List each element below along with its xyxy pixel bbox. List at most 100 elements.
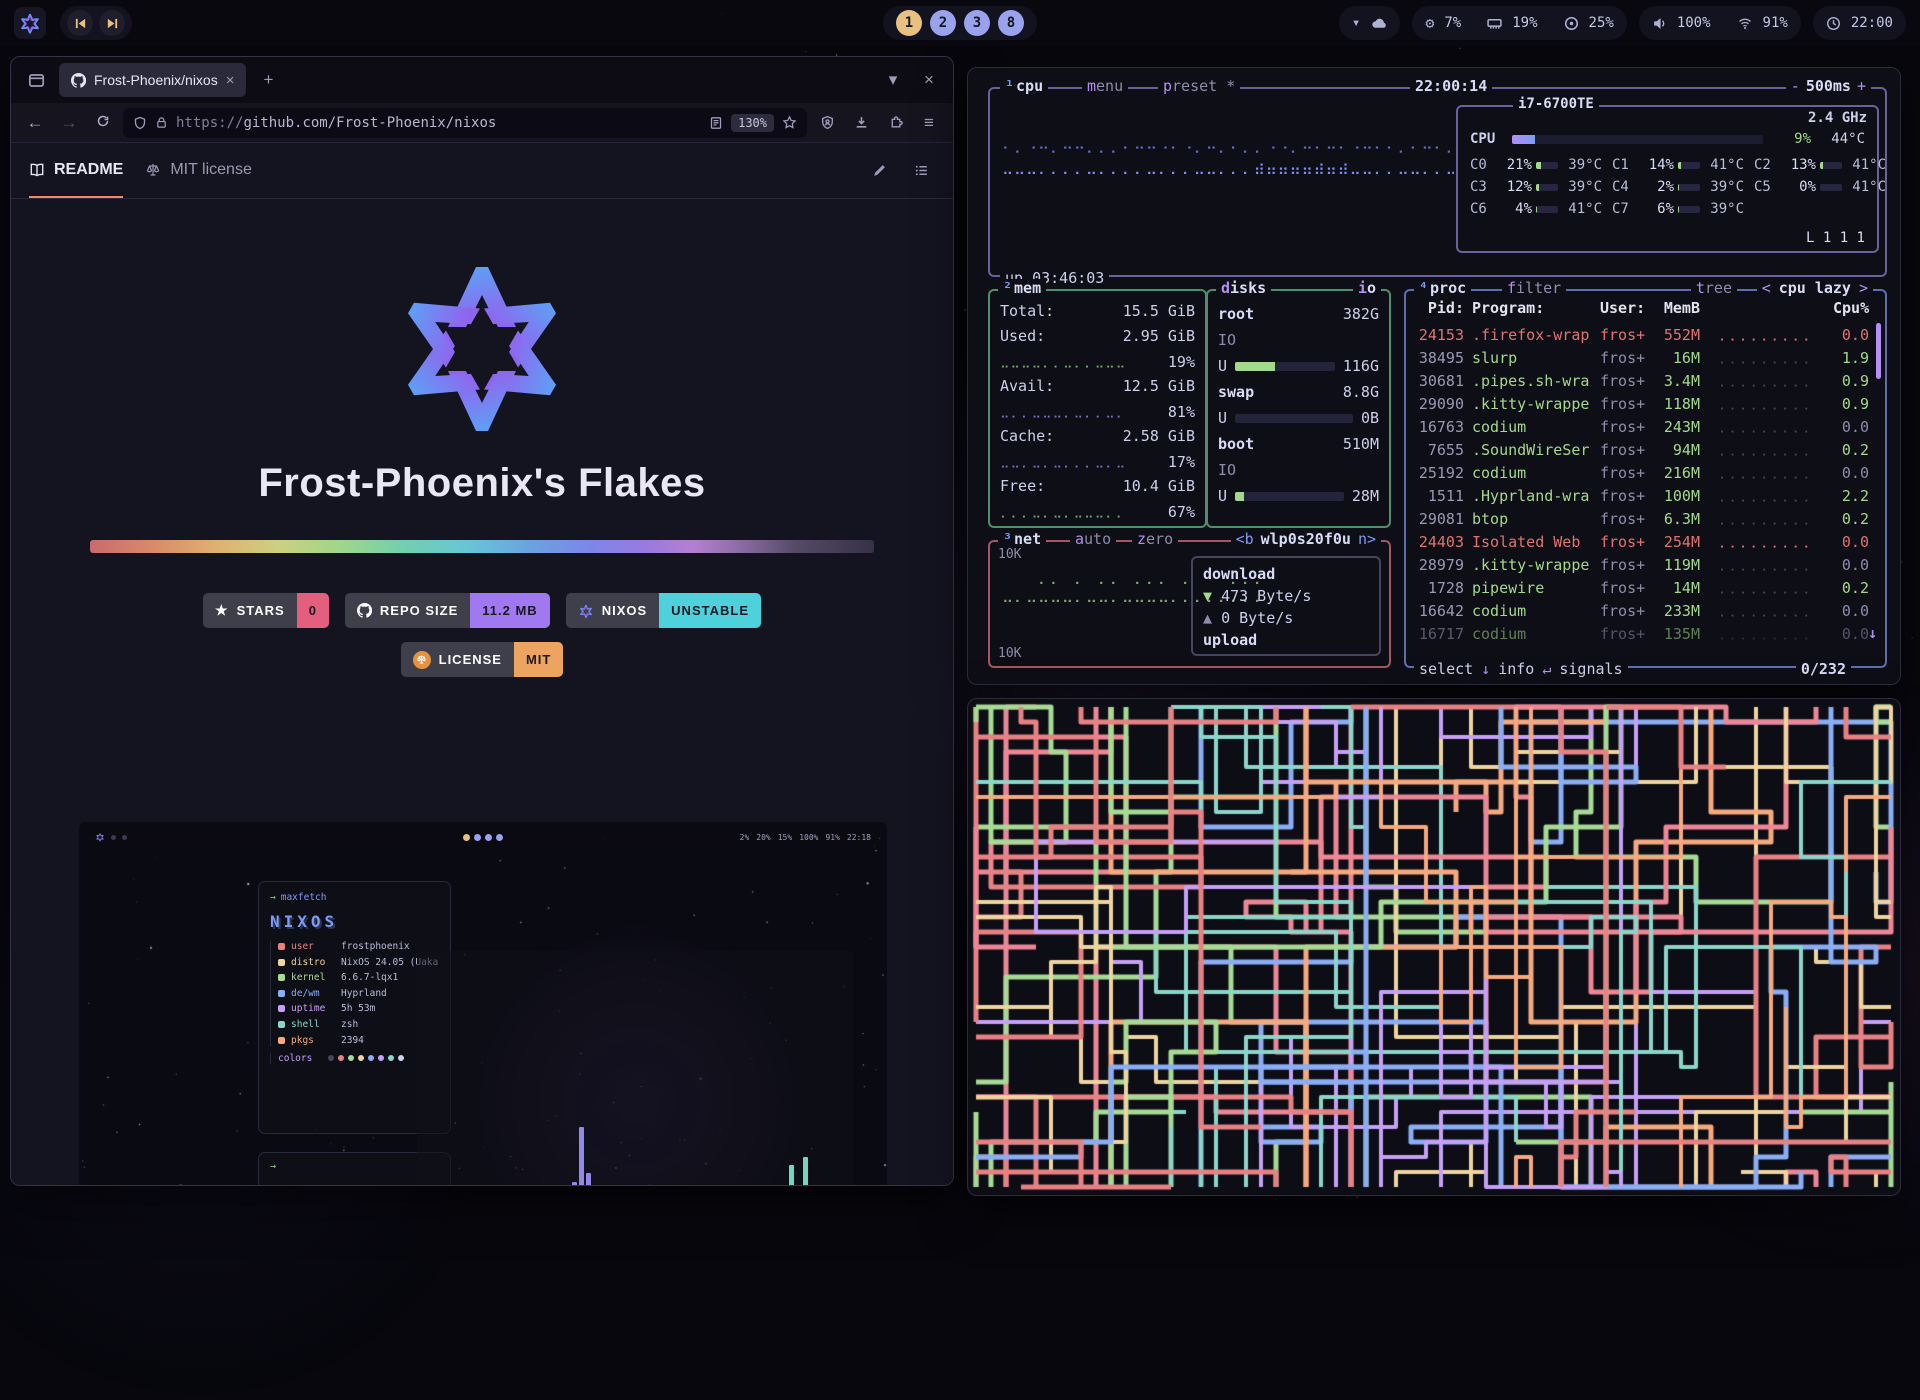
mem-stat-graph: ⣀⣀⡀⣀⡀⣀⡀⡀⡀⣀⡀⣀17% [1000, 449, 1195, 474]
mem-stat: Used:2.95 GiB [1000, 324, 1195, 349]
core-bar [1820, 162, 1842, 169]
color-swatch [378, 1055, 384, 1061]
proc-footer-keys: select↓info↵signals [1414, 660, 1628, 678]
workspace-button-8[interactable]: 8 [998, 10, 1024, 36]
process-row[interactable]: 30681.pipes.sh-wrafros+3.4M⡀⡀⡀⡀⡀⡀⡀⡀⡀0.9 [1416, 369, 1869, 392]
fetch-row-value: 2394 [341, 1035, 364, 1046]
net-panel-title[interactable]: ³net [998, 530, 1046, 548]
nixos-ascii-art: NIXOS [270, 912, 439, 931]
footer-key-select[interactable]: select [1419, 660, 1473, 678]
process-row[interactable]: 24403Isolated Webfros+254M⡀⡀⡀⡀⡀⡀⡀⡀⡀0.0 [1416, 530, 1869, 553]
disks-panel-title[interactable]: disks [1216, 279, 1271, 297]
process-row[interactable]: 16717codiumfros+135M⡀⡀⡀⡀⡀⡀⡀⡀⡀0.0 [1416, 622, 1869, 645]
fetch-row-value: Hyprland [341, 988, 387, 999]
list-tabs-button[interactable]: ▾ [879, 66, 907, 94]
media-next-button[interactable] [99, 10, 125, 36]
fetch-row-user: userfrostphoenix [278, 941, 439, 952]
proc-tree-toggle[interactable]: tree [1691, 279, 1737, 297]
process-row[interactable]: 16763codiumfros+243M⡀⡀⡀⡀⡀⡀⡀⡀⡀0.0 [1416, 415, 1869, 438]
proc-scrollbar[interactable] [1876, 323, 1881, 379]
process-row[interactable]: 16642codiumfros+233M⡀⡀⡀⡀⡀⡀⡀⡀⡀0.0 [1416, 599, 1869, 622]
color-swatch [348, 1055, 354, 1061]
back-button[interactable]: ← [21, 113, 49, 133]
net-interface-switcher[interactable]: <bwlp0s20f0un> [1231, 530, 1381, 548]
browser-tab-active[interactable]: Frost-Phoenix/nixos × [59, 63, 246, 97]
proc-panel-title[interactable]: ⁴proc [1414, 279, 1471, 297]
disk-used-row: U28M [1218, 483, 1379, 509]
proc-sort-selector[interactable]: <cpu lazy> [1757, 279, 1873, 297]
fetch-row-kernel: kernel6.6.7-lqx1 [278, 972, 439, 983]
tab-readme[interactable]: README [29, 143, 123, 198]
tab-close-icon[interactable]: × [226, 72, 235, 89]
reader-mode-icon[interactable] [709, 116, 723, 130]
readme-screenshot-image[interactable]: 2%20%15%100%91%22:18 →maxfetch NIXOS use… [79, 822, 887, 1185]
process-row[interactable]: 25192codiumfros+216M⡀⡀⡀⡀⡀⡀⡀⡀⡀0.0 [1416, 461, 1869, 484]
footer-key-signals[interactable]: signals [1559, 660, 1622, 678]
tab-mit-license[interactable]: MIT license [145, 143, 252, 198]
account-button[interactable] [813, 109, 841, 137]
window-close-button[interactable]: × [915, 66, 943, 94]
preset-button[interactable]: preset * [1158, 77, 1240, 95]
fetch-row-icon [278, 1037, 285, 1044]
proc-filter-button[interactable]: filter [1502, 279, 1566, 297]
reload-icon [96, 114, 110, 128]
net-zero-toggle[interactable]: zero [1132, 530, 1178, 548]
process-row[interactable]: 29090.kitty-wrappefros+118M⡀⡀⡀⡀⡀⡀⡀⡀⡀0.9 [1416, 392, 1869, 415]
process-row[interactable]: 28979.kitty-wrappefros+119M⡀⡀⡀⡀⡀⡀⡀⡀⡀0.0 [1416, 553, 1869, 576]
workspace-button-2[interactable]: 2 [930, 10, 956, 36]
badge-stars[interactable]: ★STARS0 [203, 593, 329, 628]
readme-tab-label: README [54, 161, 123, 179]
process-row[interactable]: 1511.Hyprland-wrafros+100M⡀⡀⡀⡀⡀⡀⡀⡀⡀2.2 [1416, 484, 1869, 507]
badge-value: 0 [297, 593, 329, 628]
reload-button[interactable] [89, 113, 117, 133]
new-tab-button[interactable]: + [254, 66, 282, 94]
core-bar [1820, 184, 1842, 191]
nixos-menu-button[interactable] [14, 7, 46, 39]
tab-title: Frost-Phoenix/nixos [94, 72, 218, 88]
license-tab-label: MIT license [170, 161, 252, 179]
zoom-level-badge[interactable]: 130% [731, 114, 774, 132]
weather-widget[interactable]: ▾ [1339, 6, 1400, 40]
workspace-button-3[interactable]: 3 [964, 10, 990, 36]
downloads-button[interactable] [847, 109, 875, 137]
cpu-total-bar [1512, 135, 1763, 144]
net-auto-toggle[interactable]: auto [1070, 530, 1116, 548]
btop-terminal-window: ¹cpu menu preset * 22:00:14 -500ms+ ⠂⠄⠐⠒… [967, 67, 1901, 685]
badge-repo-size[interactable]: REPO SIZE11.2 MB [345, 593, 550, 628]
forward-button[interactable]: → [55, 113, 83, 133]
cpu-panel-title[interactable]: ¹cpu [1000, 77, 1048, 95]
badge-license[interactable]: LICENSEMIT [401, 642, 564, 677]
mem-stat-graph: ⣀⣀⣀⣀⡀⡀⣀⡀⡀⣀⣀⣀19% [1000, 349, 1195, 374]
process-row[interactable]: 1728pipewirefros+14M⡀⡀⡀⡀⡀⡀⡀⡀⡀0.2 [1416, 576, 1869, 599]
load-average: L 1 1 1 [1806, 230, 1865, 246]
fetch-row-distro: distroNixOS 24.05 (Uakari) [278, 957, 439, 968]
firefox-view-button[interactable] [21, 65, 51, 95]
outline-button[interactable] [907, 157, 935, 185]
btop-disks-panel: disks io root382GIOU116Gswap8.8GU0Bboot5… [1206, 289, 1391, 528]
menu-button[interactable]: menu [1082, 77, 1128, 95]
visualizer-bar [579, 1127, 584, 1185]
extensions-button[interactable] [881, 109, 909, 137]
process-row[interactable]: 29081btopfros+6.3M⡀⡀⡀⡀⡀⡀⡀⡀⡀0.2 [1416, 507, 1869, 530]
badge-nixos[interactable]: NIXOSUNSTABLE [566, 593, 761, 628]
footer-key-info[interactable]: info [1498, 660, 1534, 678]
bookmark-star-icon[interactable] [782, 115, 797, 130]
disk-used-bar [1235, 414, 1353, 423]
menu-button[interactable]: ≡ [915, 109, 943, 137]
process-row[interactable]: 38495slurpfros+16M⡀⡀⡀⡀⡀⡀⡀⡀⡀1.9 [1416, 346, 1869, 369]
edit-readme-button[interactable] [865, 157, 893, 185]
media-prev-button[interactable] [67, 10, 93, 36]
mem-panel-title[interactable]: ²mem [998, 279, 1046, 297]
core-C4: C42%39°C [1612, 179, 1744, 195]
process-row[interactable]: 24153.firefox-wrapfros+552M⡀⡀⡀⡀⡀⡀⡀⡀⡀0.0 [1416, 323, 1869, 346]
mini-stat: 15% [778, 833, 792, 842]
badge-label: REPO SIZE [380, 603, 458, 618]
workspace-button-1[interactable]: 1 [896, 10, 922, 36]
url-bar[interactable]: https://github.com/Frost-Phoenix/nixos 1… [123, 108, 807, 138]
download-icon [854, 115, 869, 130]
io-toggle[interactable]: io [1353, 279, 1381, 297]
update-interval[interactable]: -500ms+ [1786, 77, 1871, 95]
process-row[interactable]: 7655.SoundWireSerfros+94M⡀⡀⡀⡀⡀⡀⡀⡀⡀0.2 [1416, 438, 1869, 461]
badge-row: LICENSEMIT [401, 642, 564, 677]
workspaces: 1238 [883, 6, 1037, 40]
